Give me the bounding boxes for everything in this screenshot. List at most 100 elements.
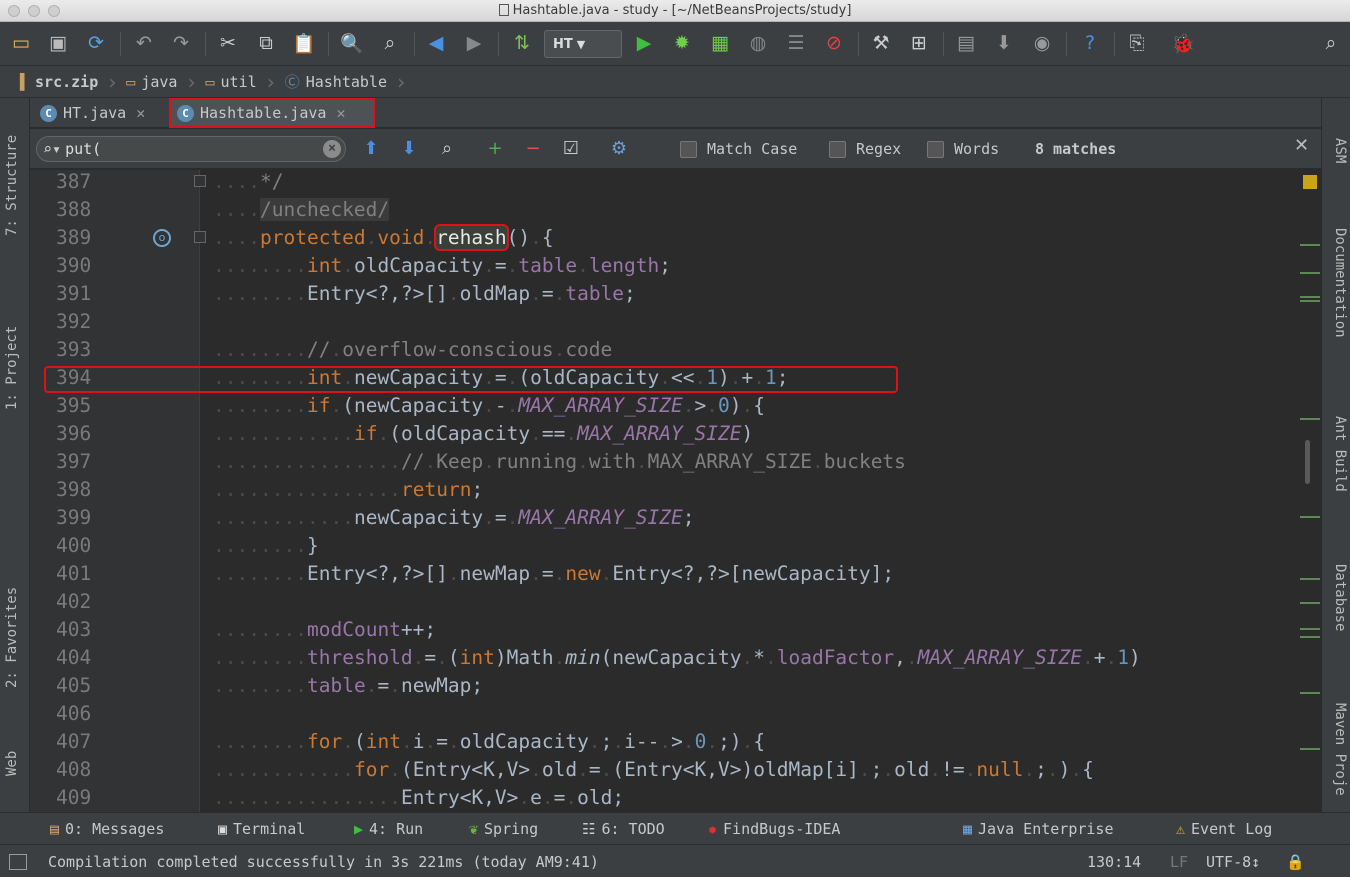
words-checkbox[interactable]: Words bbox=[927, 140, 999, 158]
structure-tool-tab[interactable]: 7: Structure bbox=[4, 135, 20, 236]
code-line[interactable]: 401 ........Entry<?,?>[].newMap.=.new.Ent… bbox=[30, 560, 1300, 588]
next-occurrence-icon[interactable]: ⬇ bbox=[396, 137, 422, 161]
maven-tool-tab[interactable]: Maven Proje bbox=[1332, 703, 1348, 796]
code-line[interactable]: 404 ........threshold.=.(int)Math.min(new… bbox=[30, 644, 1300, 672]
match-case-checkbox[interactable]: Match Case bbox=[680, 140, 797, 158]
add-occurrence-icon[interactable]: + bbox=[482, 137, 508, 161]
line-number[interactable]: 406 bbox=[56, 700, 120, 728]
code-text[interactable]: ........int.oldCapacity.=.table.length; bbox=[213, 252, 671, 280]
line-number[interactable]: 389 bbox=[56, 224, 120, 252]
line-number[interactable]: 395 bbox=[56, 392, 120, 420]
line-number[interactable]: 404 bbox=[56, 644, 120, 672]
code-text[interactable]: ............newCapacity.=.MAX_ARRAY_SIZE… bbox=[213, 504, 695, 532]
code-text[interactable]: ........table.=.newMap; bbox=[213, 672, 483, 700]
code-text[interactable]: ........//.overflow-conscious.code bbox=[213, 336, 612, 364]
terminal-tool-tab[interactable]: ▣ Terminal bbox=[218, 820, 305, 838]
code-text[interactable]: ........Entry<?,?>[].oldMap.=.table; bbox=[213, 280, 636, 308]
line-number[interactable]: 391 bbox=[56, 280, 120, 308]
code-line[interactable]: 390 ........int.oldCapacity.=.table.lengt… bbox=[30, 252, 1300, 280]
stop-icon[interactable]: ⊘ bbox=[821, 30, 847, 56]
open-folder-icon[interactable]: ▭ bbox=[8, 30, 34, 56]
line-number[interactable]: 403 bbox=[56, 616, 120, 644]
code-text[interactable]: ................//.Keep.running.with.MAX… bbox=[213, 448, 906, 476]
line-number[interactable]: 408 bbox=[56, 756, 120, 784]
help-icon[interactable]: ? bbox=[1077, 30, 1103, 56]
breadcrumb-util[interactable]: ▭ util bbox=[200, 73, 263, 91]
run-icon[interactable]: ▶ bbox=[631, 30, 657, 56]
code-text[interactable]: ............if.(oldCapacity.==.MAX_ARRAY… bbox=[213, 420, 753, 448]
code-text[interactable]: ........threshold.=.(int)Math.min(newCap… bbox=[213, 644, 1141, 672]
run-tool-tab[interactable]: ▶ 4: Run bbox=[354, 820, 423, 838]
web-tool-tab[interactable]: Web bbox=[4, 751, 20, 776]
line-number[interactable]: 396 bbox=[56, 420, 120, 448]
android-icon[interactable]: ◉ bbox=[1029, 30, 1055, 56]
plugin-icon[interactable]: ⎘ bbox=[1124, 30, 1150, 56]
code-text[interactable]: ........} bbox=[213, 532, 319, 560]
clear-search-icon[interactable]: × bbox=[323, 140, 341, 158]
code-text[interactable]: ........modCount++; bbox=[213, 616, 436, 644]
code-line[interactable]: 400........} bbox=[30, 532, 1300, 560]
debug-icon[interactable]: ✹ bbox=[669, 30, 695, 56]
lock-icon[interactable]: 🔒 bbox=[1286, 853, 1305, 871]
breadcrumb-hashtable[interactable]: Ⓒ Hashtable bbox=[279, 71, 393, 92]
code-line[interactable]: 393 ........//.overflow-conscious.code bbox=[30, 336, 1300, 364]
code-line[interactable]: 388 ..../unchecked/ bbox=[30, 196, 1300, 224]
code-line[interactable]: 408 ............for.(Entry<K,V>.old.=.(En… bbox=[30, 756, 1300, 784]
back-icon[interactable]: ◀ bbox=[423, 30, 449, 56]
line-number[interactable]: 387 bbox=[56, 170, 120, 196]
java-enterprise-tool-tab[interactable]: ▦ Java Enterprise bbox=[963, 820, 1114, 838]
line-number[interactable]: 409 bbox=[56, 784, 120, 812]
code-text[interactable]: ................return; bbox=[213, 476, 483, 504]
code-line[interactable]: 406 bbox=[30, 700, 1300, 728]
project-tool-tab[interactable]: 1: Project bbox=[4, 326, 20, 410]
search-everywhere-icon[interactable]: ⌕ bbox=[1318, 30, 1344, 56]
file-encoding[interactable]: UTF-8↕ bbox=[1206, 853, 1260, 871]
run-list-icon[interactable]: ☰ bbox=[783, 30, 809, 56]
code-text[interactable]: ............for.(Entry<K,V>.old.=.(Entry… bbox=[213, 756, 1094, 784]
project-structure-icon[interactable]: ⊞ bbox=[906, 30, 932, 56]
run-configuration-select[interactable]: HT ▼ bbox=[544, 30, 622, 58]
close-window-button[interactable] bbox=[8, 5, 20, 17]
line-number[interactable]: 401 bbox=[56, 560, 120, 588]
previous-occurrence-icon[interactable]: ⬆ bbox=[358, 137, 384, 161]
coverage-icon[interactable]: ▦ bbox=[707, 30, 733, 56]
find-all-icon[interactable]: ⌕ bbox=[434, 137, 460, 161]
ant-build-tool-tab[interactable]: Ant Build bbox=[1332, 416, 1348, 492]
line-number[interactable]: 397 bbox=[56, 448, 120, 476]
findbugs-tool-tab[interactable]: ✹ FindBugs-IDEA bbox=[708, 820, 840, 838]
code-line[interactable]: 387 ....*/ bbox=[30, 170, 1300, 196]
forward-icon[interactable]: ▶ bbox=[461, 30, 487, 56]
code-editor[interactable]: 387 ....*/ 388 ..../unchecked/389 ....protec… bbox=[30, 170, 1321, 812]
tab-hashtable-java[interactable]: C Hashtable.java ✕ bbox=[169, 98, 375, 128]
editor-scrollbar[interactable] bbox=[1305, 440, 1310, 484]
tab-ht-java[interactable]: C HT.java ✕ bbox=[34, 100, 164, 126]
line-number[interactable]: 402 bbox=[56, 588, 120, 616]
line-number[interactable]: 390 bbox=[56, 252, 120, 280]
settings-wrench-icon[interactable]: ⚒ bbox=[868, 30, 894, 56]
code-line[interactable]: 392 bbox=[30, 308, 1300, 336]
code-text[interactable]: ........if.(newCapacity.-.MAX_ARRAY_SIZE… bbox=[213, 392, 765, 420]
documentation-tool-tab[interactable]: Documentation bbox=[1332, 228, 1348, 338]
line-number[interactable]: 399 bbox=[56, 504, 120, 532]
paste-icon[interactable]: 📋 bbox=[291, 30, 317, 56]
line-separator[interactable]: LF bbox=[1170, 853, 1188, 871]
save-icon[interactable]: ▣ bbox=[45, 30, 71, 56]
favorites-tool-tab[interactable]: 2: Favorites bbox=[4, 587, 20, 688]
code-line[interactable]: 405 ........table.=.newMap; bbox=[30, 672, 1300, 700]
code-line[interactable]: 409 ................Entry<K,V>.e.=.old; bbox=[30, 784, 1300, 812]
gear-icon[interactable]: ⚙ bbox=[606, 137, 632, 161]
replace-icon[interactable]: ⌕ bbox=[377, 30, 403, 56]
code-text[interactable]: ........for.(int.i.=.oldCapacity.;.i--.>… bbox=[213, 728, 765, 756]
code-line[interactable]: 395 ........if.(newCapacity.-.MAX_ARRAY_S… bbox=[30, 392, 1300, 420]
line-number[interactable]: 392 bbox=[56, 308, 120, 336]
profile-icon[interactable]: ◍ bbox=[745, 30, 771, 56]
sync-icon[interactable]: ⟳ bbox=[83, 30, 109, 56]
code-text[interactable]: ........Entry<?,?>[].newMap.=.new.Entry<… bbox=[213, 560, 894, 588]
line-number[interactable]: 400 bbox=[56, 532, 120, 560]
redo-icon[interactable]: ↷ bbox=[168, 30, 194, 56]
remove-occurrence-icon[interactable]: − bbox=[520, 137, 546, 161]
minimize-window-button[interactable] bbox=[28, 5, 40, 17]
build-icon[interactable]: ⇅ bbox=[509, 30, 535, 56]
device-icon[interactable]: ▤ bbox=[953, 30, 979, 56]
code-line[interactable]: 391 ........Entry<?,?>[].oldMap.=.table; bbox=[30, 280, 1300, 308]
